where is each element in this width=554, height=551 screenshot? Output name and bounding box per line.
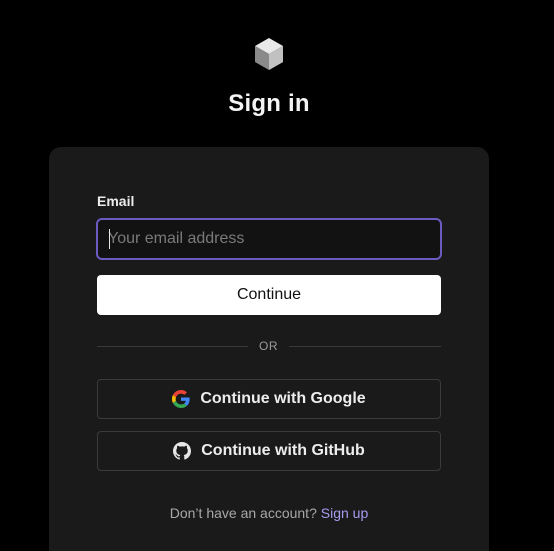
cube-logo-icon: [255, 38, 283, 70]
github-button-label: Continue with GitHub: [201, 442, 365, 459]
continue-button[interactable]: Continue: [97, 275, 441, 315]
continue-with-github-button[interactable]: Continue with GitHub: [97, 431, 441, 471]
email-input[interactable]: [96, 218, 442, 260]
sign-up-link[interactable]: Sign up: [321, 505, 368, 521]
email-label: Email: [97, 193, 135, 209]
divider-line-right: [289, 346, 441, 347]
signup-prompt: Don’t have an account? Sign up: [0, 505, 538, 521]
signup-prompt-text: Don’t have an account?: [169, 505, 317, 521]
divider-line-left: [97, 346, 248, 347]
or-divider-text: OR: [259, 339, 278, 353]
continue-with-google-button[interactable]: Continue with Google: [97, 379, 441, 419]
text-caret: [109, 229, 110, 249]
google-icon: [172, 390, 190, 408]
github-icon: [173, 442, 192, 460]
google-button-label: Continue with Google: [200, 390, 366, 407]
page-title: Sign in: [228, 90, 310, 117]
sign-in-page: Sign in Email Continue OR Continue with …: [0, 0, 554, 551]
